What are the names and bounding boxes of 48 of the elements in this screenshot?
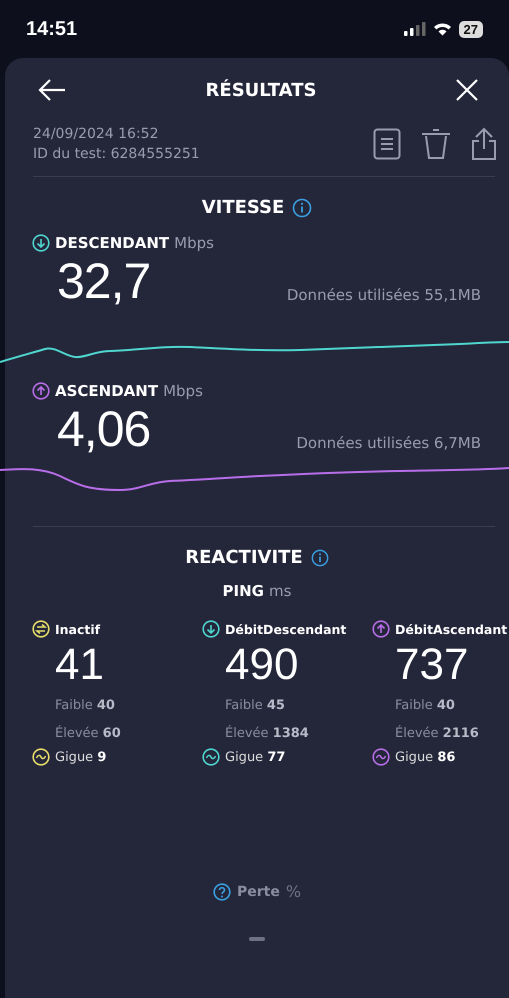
drag-handle[interactable] [249,937,265,941]
high-ping: Élevée 1384 [225,724,309,743]
status-time: 14:51 [26,18,78,40]
data-used: Données utilisées 6,7MB [296,434,481,454]
jitter-value: Gigue 77 [225,750,286,764]
jitter-value: Gigue 9 [55,750,106,764]
unit-label: % [286,882,302,901]
speed-value: 4,06 [57,400,150,458]
section-title: VITESSE [202,197,284,218]
help-icon[interactable] [212,882,231,900]
info-icon[interactable] [310,548,329,566]
unit-label: Mbps [174,234,214,252]
info-icon[interactable] [292,198,312,218]
low-ping: Faible 40 [395,697,455,715]
ping-value: 737 [395,639,468,691]
signal-icon [404,22,426,36]
speed-value: 32,7 [57,252,150,310]
high-ping: Élevée 60 [55,724,121,743]
unit-label: Mbps [163,382,203,400]
data-used: Données utilisées 55,1MB [286,286,481,306]
wave-icon [372,748,390,766]
screen-title: RÉSULTATS [206,80,316,100]
test-date: 24/09/2024 16:52 [33,125,160,144]
unit-label: ms [269,582,292,600]
ping-value: 490 [225,639,298,691]
delete-button[interactable] [421,128,451,160]
ping-label: PING [222,582,264,600]
share-button[interactable] [471,127,497,161]
test-id: ID du test: 6284555251 [33,145,200,164]
ping-type-label: Inactif [55,622,100,636]
wifi-icon [432,22,452,36]
ping-type-label: DébitDescendant [225,622,346,636]
document-button[interactable] [373,128,401,160]
low-ping: Faible 45 [225,697,285,715]
close-button[interactable] [454,78,479,102]
ping-value: 41 [55,639,104,691]
ping-type-label: DébitAscendant [395,622,508,636]
battery-indicator: 27 [458,20,483,38]
wave-icon [202,748,220,766]
low-ping: Faible 40 [55,697,115,715]
speed-label: DESCENDANT [55,234,170,252]
jitter-value: Gigue 86 [395,750,456,764]
high-ping: Élevée 2116 [395,724,479,743]
section-title: REACTIVITE [185,547,303,568]
back-button[interactable] [37,78,67,102]
wave-icon [32,748,50,766]
loss-label: Perte [236,884,280,900]
speed-label: ASCENDANT [55,382,158,400]
